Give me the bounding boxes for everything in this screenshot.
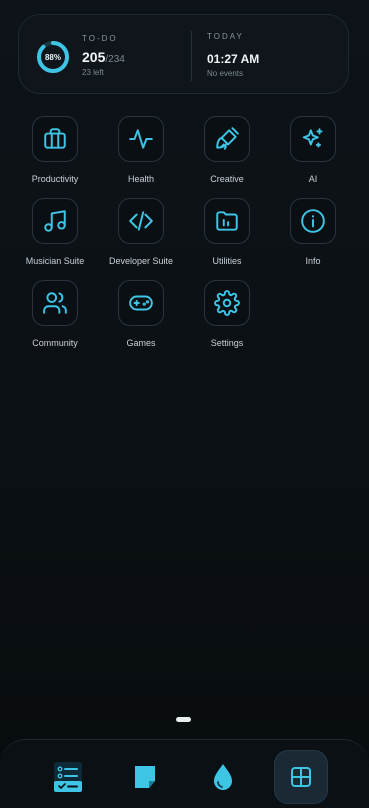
app-tile[interactable] [32, 198, 78, 244]
app-tile[interactable] [118, 198, 164, 244]
dock-apps[interactable] [274, 750, 328, 804]
task-list-icon [54, 762, 82, 792]
app-utilities[interactable]: Utilities [184, 198, 270, 266]
dock [0, 739, 369, 808]
gear-icon [214, 290, 240, 316]
app-games[interactable]: Games [98, 280, 184, 348]
app-label: Developer Suite [108, 256, 174, 266]
status-widget[interactable]: 88% TO-DO 205/234 23 left TODAY 01:27 AM… [18, 14, 349, 94]
app-tile[interactable] [32, 116, 78, 162]
today-events: No events [207, 69, 244, 78]
app-settings[interactable]: Settings [184, 280, 270, 348]
app-tile[interactable] [290, 198, 336, 244]
app-tile[interactable] [204, 280, 250, 326]
code-icon [129, 211, 153, 231]
app-label: Health [127, 174, 154, 184]
app-label: AI [308, 174, 318, 184]
app-info[interactable]: Info [270, 198, 356, 266]
dock-tasks[interactable] [41, 750, 95, 804]
todo-done: 205 [82, 49, 106, 65]
app-tile[interactable] [118, 280, 164, 326]
app-label: Games [126, 338, 156, 348]
app-community[interactable]: Community [12, 280, 98, 348]
paintbrush-icon [216, 127, 239, 150]
today-title: TODAY [207, 32, 244, 41]
music-note-icon [44, 210, 66, 232]
app-label: Info [305, 256, 321, 266]
app-musician-suite[interactable]: Musician Suite [12, 198, 98, 266]
app-tile[interactable] [204, 198, 250, 244]
page-indicator[interactable] [176, 717, 191, 722]
app-tile[interactable] [118, 116, 164, 162]
app-developer-suite[interactable]: Developer Suite [98, 198, 184, 266]
heartbeat-icon [129, 129, 153, 149]
app-tile[interactable] [290, 116, 336, 162]
todo-total: /234 [105, 54, 125, 65]
progress-label: 88% [44, 52, 61, 62]
todo-count: 205/234 [82, 49, 125, 65]
app-label: Utilities [212, 256, 242, 266]
water-drop-icon [214, 764, 232, 790]
today-time: 01:27 AM [207, 52, 260, 66]
app-label: Musician Suite [25, 256, 85, 266]
app-label: Productivity [31, 174, 79, 184]
users-icon [43, 292, 67, 314]
grid-icon [291, 767, 311, 787]
app-label: Community [32, 338, 78, 348]
widget-divider [191, 31, 192, 81]
app-tile[interactable] [204, 116, 250, 162]
info-icon [301, 209, 325, 233]
sticky-note-icon [135, 766, 155, 788]
app-ai[interactable]: AI [270, 116, 356, 184]
sparkles-icon [302, 128, 323, 148]
app-label: Creative [210, 174, 244, 184]
app-label: Settings [210, 338, 244, 348]
app-productivity[interactable]: Productivity [12, 116, 98, 184]
app-creative[interactable]: Creative [184, 116, 270, 184]
folder-chart-icon [216, 211, 238, 231]
app-health[interactable]: Health [98, 116, 184, 184]
todo-left: 23 left [82, 68, 104, 77]
dock-notes[interactable] [118, 750, 172, 804]
dock-water[interactable] [196, 750, 250, 804]
gamepad-icon [129, 295, 153, 311]
todo-title: TO-DO [82, 34, 118, 43]
app-tile[interactable] [32, 280, 78, 326]
briefcase-icon [44, 128, 66, 149]
